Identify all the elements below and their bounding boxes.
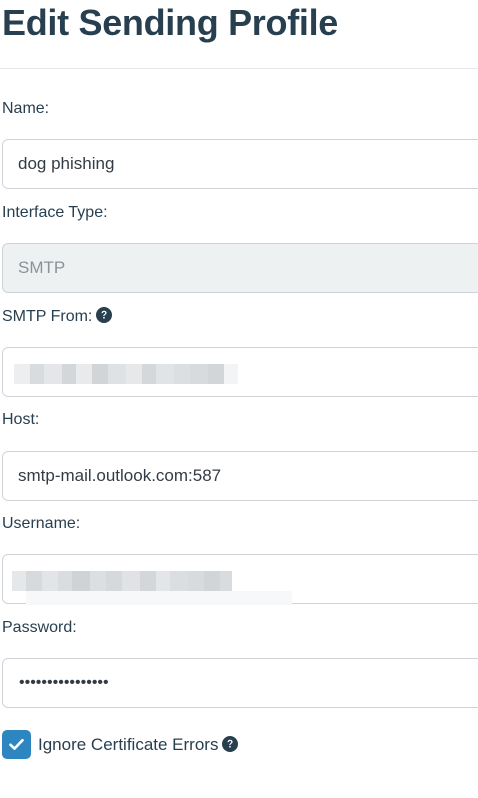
- name-input[interactable]: dog phishing: [2, 139, 478, 189]
- username-redacted-lower: [26, 591, 292, 605]
- name-label: Name:: [2, 100, 50, 117]
- smtp-from-label-row: SMTP From:: [2, 307, 113, 328]
- check-icon: [9, 738, 24, 750]
- title-divider: [0, 68, 478, 69]
- smtp-from-redacted: [14, 364, 254, 384]
- page-title: Edit Sending Profile: [2, 2, 339, 43]
- question-circle-icon[interactable]: [96, 307, 113, 328]
- ignore-cert-label-row: Ignore Certificate Errors: [38, 735, 239, 757]
- interface-type-label: Interface Type:: [2, 204, 108, 221]
- edit-sending-profile-page: Edit Sending Profile Name: dog phishing …: [0, 0, 478, 798]
- interface-type-input: SMTP: [2, 243, 478, 293]
- smtp-from-label: SMTP From:: [2, 308, 93, 325]
- username-redacted: [12, 571, 242, 591]
- host-input[interactable]: smtp-mail.outlook.com:587: [2, 451, 478, 501]
- question-circle-icon[interactable]: [222, 736, 239, 757]
- host-label: Host:: [2, 411, 40, 428]
- password-input[interactable]: ••••••••••••••••: [2, 658, 478, 708]
- ignore-cert-checkbox[interactable]: [2, 730, 31, 759]
- password-label: Password:: [2, 619, 77, 636]
- username-label: Username:: [2, 515, 81, 532]
- ignore-cert-label[interactable]: Ignore Certificate Errors: [38, 735, 218, 754]
